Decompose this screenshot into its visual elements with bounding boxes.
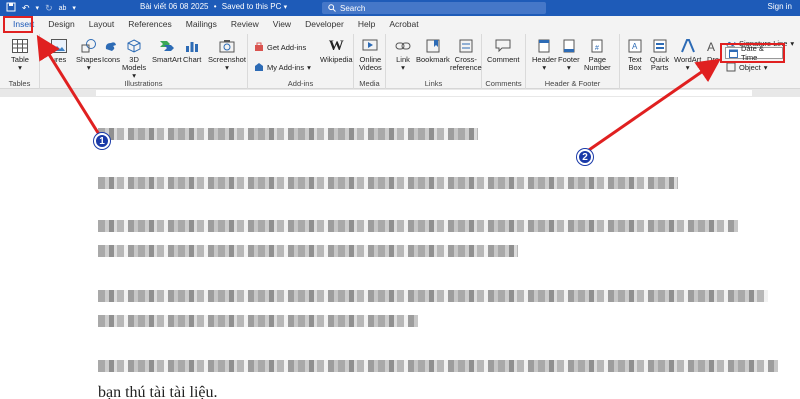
step-badge-2: 2 [577, 149, 593, 165]
word-window: ↶ ▾ ↻ ab ▾ Bài viết 06 08 2025 • Saved t… [0, 0, 800, 399]
arrow-1 [36, 34, 102, 137]
arrow-2 [585, 58, 721, 154]
step-badge-1: 1 [94, 133, 110, 149]
annotation-arrows [36, 34, 721, 154]
